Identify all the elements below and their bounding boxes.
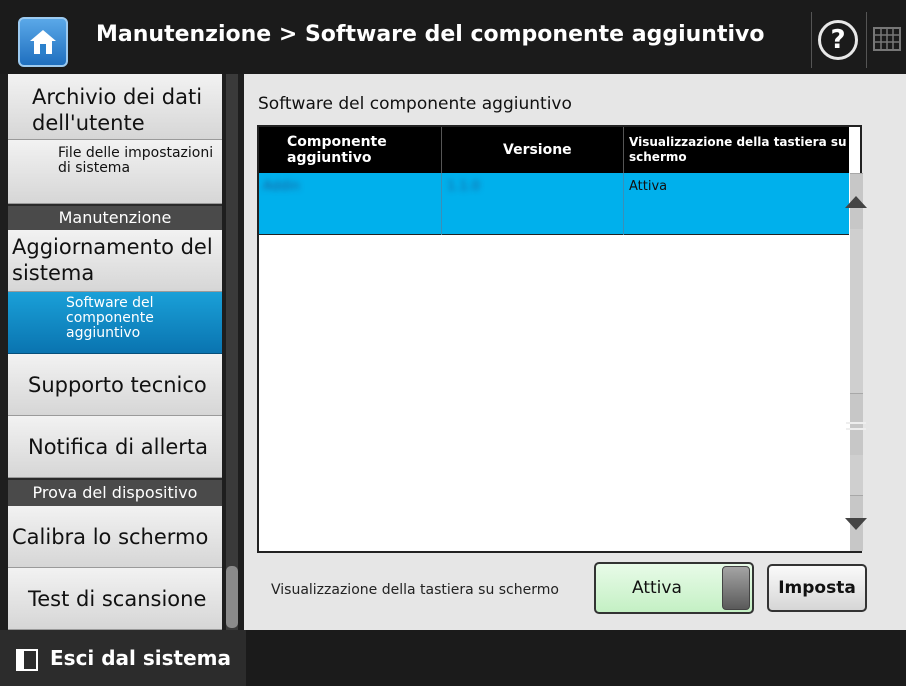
cell-version: 1.1.0	[447, 179, 481, 194]
column-divider	[441, 173, 442, 235]
scroll-up-button[interactable]	[845, 173, 867, 229]
column-header-version: Versione	[503, 142, 572, 158]
table-row[interactable]: Addin 1.1.0 Attiva	[259, 173, 849, 235]
header-divider	[866, 12, 867, 68]
sidebar-item-addon-software[interactable]: Software del componente aggiuntivo	[8, 292, 222, 354]
column-divider	[441, 127, 442, 173]
toggle-knob	[722, 566, 750, 610]
sidebar: Archivio dei dati dell'utente File delle…	[8, 74, 222, 630]
sidebar-scrollbar[interactable]	[226, 74, 238, 630]
scroll-down-button[interactable]	[845, 495, 867, 551]
keyboard-setting-label: Visualizzazione della tastiera su scherm…	[271, 582, 559, 598]
sidebar-item-label: Archivio dei dati dell'utente	[32, 85, 203, 135]
bottom-bar: Esci dal sistema	[0, 630, 906, 686]
logout-label: Esci dal sistema	[50, 646, 231, 670]
grip-icon	[846, 422, 866, 424]
sidebar-item-technical-support[interactable]: Supporto tecnico	[8, 354, 222, 416]
sidebar-item-alert-notification[interactable]: Notifica di allerta	[8, 416, 222, 478]
sidebar-section-device-test: Prova del dispositivo	[8, 480, 222, 506]
sidebar-item-label: Test di scansione	[28, 587, 207, 611]
header-bar: Manutenzione > Software del componente a…	[0, 0, 906, 74]
set-button[interactable]: Imposta	[767, 564, 867, 612]
table-header: Componente aggiuntivo Versione Visualizz…	[259, 127, 849, 173]
door-icon	[16, 649, 38, 671]
sidebar-item-label: File delle impostazioni di sistema	[58, 145, 214, 176]
sidebar-item-user-data-archive[interactable]: Archivio dei dati dell'utente	[8, 74, 222, 140]
grip-icon	[846, 428, 866, 430]
column-header-keyboard: Visualizzazione della tastiera su scherm…	[629, 135, 847, 164]
sidebar-item-label: Supporto tecnico	[28, 373, 207, 397]
header-divider	[811, 12, 812, 68]
page-title: Manutenzione > Software del componente a…	[96, 22, 765, 47]
sidebar-item-label: Software del componente aggiuntivo	[66, 295, 154, 341]
keyboard-icon	[873, 27, 901, 51]
sidebar-item-system-settings-file[interactable]: File delle impostazioni di sistema	[8, 140, 222, 204]
column-header-component: Componente aggiuntivo	[287, 134, 387, 166]
chevron-up-icon	[845, 196, 867, 208]
main-panel: Software del componente aggiuntivo Compo…	[244, 74, 906, 630]
home-icon	[30, 30, 56, 54]
sidebar-item-label: Aggiornamento del sistema	[12, 235, 213, 285]
sidebar-scrollbar-thumb[interactable]	[226, 566, 238, 628]
sidebar-item-system-update[interactable]: Aggiornamento del sistema	[8, 230, 222, 292]
logout-button[interactable]: Esci dal sistema	[0, 630, 246, 686]
cell-keyboard: Attiva	[629, 179, 668, 194]
scroll-thumb[interactable]	[846, 393, 866, 455]
column-divider	[623, 173, 624, 235]
chevron-down-icon	[845, 518, 867, 530]
sidebar-item-calibrate-screen[interactable]: Calibra lo schermo	[8, 506, 222, 568]
column-divider	[623, 127, 624, 173]
addon-table: Componente aggiuntivo Versione Visualizz…	[257, 125, 867, 553]
sidebar-item-scan-test[interactable]: Test di scansione	[8, 568, 222, 630]
home-button[interactable]	[18, 17, 68, 67]
sidebar-item-label: Calibra lo schermo	[12, 525, 209, 549]
keyboard-button[interactable]	[872, 24, 902, 54]
cell-component: Addin	[263, 179, 301, 194]
sidebar-section-maintenance: Manutenzione	[8, 206, 222, 230]
keyboard-toggle[interactable]: Attiva	[594, 562, 754, 614]
toggle-label: Attiva	[632, 578, 682, 598]
section-title: Software del componente aggiuntivo	[258, 94, 572, 114]
help-button[interactable]: ?	[818, 20, 858, 60]
sidebar-item-label: Notifica di allerta	[28, 435, 208, 459]
